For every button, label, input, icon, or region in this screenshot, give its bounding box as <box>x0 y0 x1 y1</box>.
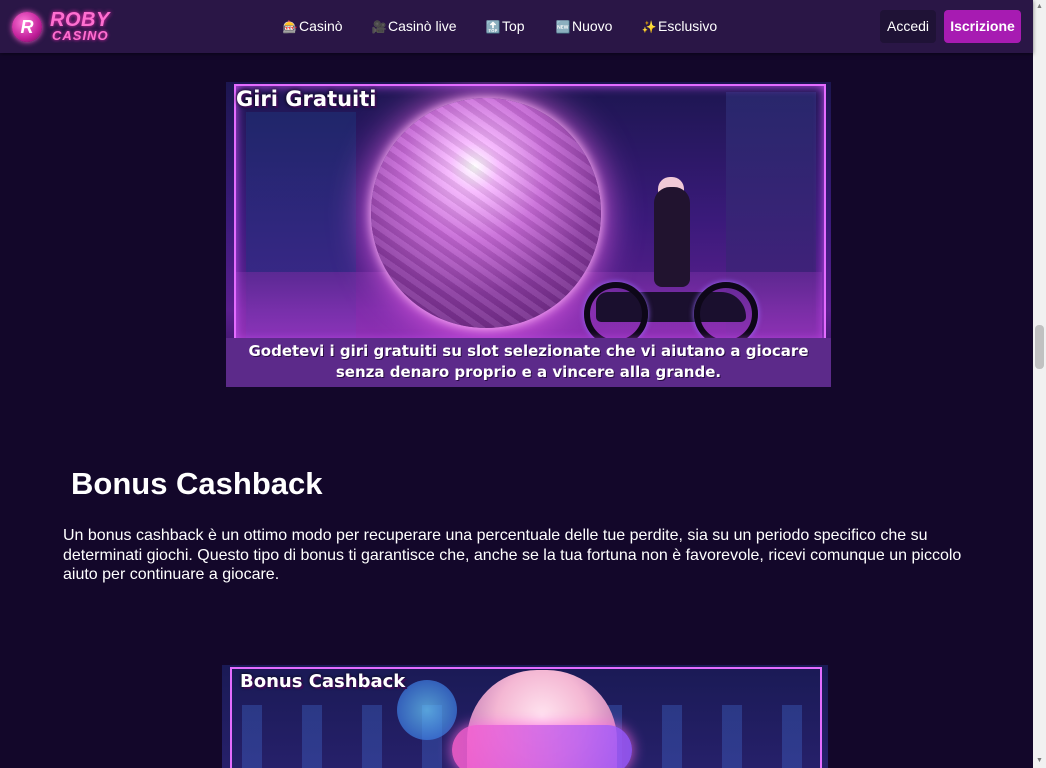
nav-item-exclusive[interactable]: ✨ Esclusivo <box>641 18 718 34</box>
page-scrollbar[interactable]: ▲ ▼ <box>1033 0 1046 768</box>
banner-frame <box>234 84 826 343</box>
banner-caption: Godetevi i giri gratuiti su slot selezio… <box>226 338 831 387</box>
top-arrow-icon: 🔝 <box>485 20 501 34</box>
main-nav: 🎰 Casinò 🎥 Casinò live 🔝 Top 🆕 Nuovo ✨ Esclus… <box>0 0 1033 53</box>
scroll-down-arrow-icon[interactable]: ▼ <box>1033 754 1046 768</box>
nav-item-new[interactable]: 🆕 Nuovo <box>555 18 613 34</box>
signup-button[interactable]: Iscrizione <box>944 10 1021 43</box>
nav-item-label: Casinò live <box>388 18 457 34</box>
nav-item-label: Top <box>502 18 525 34</box>
site-header: R ROBY CASINO 🎰 Casinò 🎥 Casinò live 🔝 Top … <box>0 0 1033 53</box>
video-camera-icon: 🎥 <box>371 20 387 34</box>
section-paragraph: Un bonus cashback è un ottimo modo per r… <box>63 527 962 583</box>
nav-item-label: Nuovo <box>572 18 613 34</box>
banner-caption-line: senza denaro proprio e a vincere alla gr… <box>335 363 722 381</box>
nav-item-live-casino[interactable]: 🎥 Casinò live <box>371 18 457 34</box>
scrollbar-thumb[interactable] <box>1035 325 1044 369</box>
sparkles-icon: ✨ <box>641 20 657 34</box>
nav-item-top[interactable]: 🔝 Top <box>485 18 525 34</box>
section-heading: Bonus Cashback <box>71 466 323 501</box>
banner-title: Bonus Cashback <box>240 671 406 692</box>
nav-item-label: Esclusivo <box>658 18 718 34</box>
slot-machine-icon: 🎰 <box>282 20 298 34</box>
new-badge-icon: 🆕 <box>555 20 571 34</box>
cashback-banner: Bonus Cashback <box>222 665 828 768</box>
free-spins-banner: Giri Gratuiti Godetevi i giri gratuiti s… <box>226 82 831 387</box>
banner-title: Giri Gratuiti <box>236 87 377 111</box>
login-button[interactable]: Accedi <box>880 10 936 43</box>
banner-caption-line: Godetevi i giri gratuiti su slot selezio… <box>248 342 809 360</box>
nav-item-casino[interactable]: 🎰 Casinò <box>282 18 343 34</box>
scroll-up-arrow-icon[interactable]: ▲ <box>1033 0 1046 14</box>
nav-item-label: Casinò <box>299 18 343 34</box>
